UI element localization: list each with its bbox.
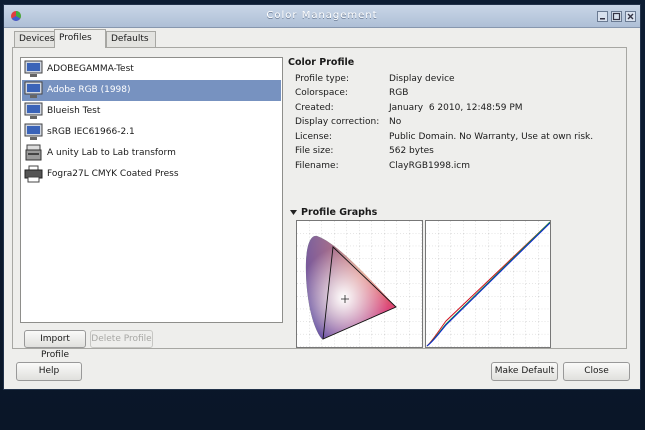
close-icon [627,13,634,20]
list-item-label: sRGB IEC61966-2.1 [47,127,135,137]
maximize-button[interactable] [611,11,622,22]
filename-label: Filename: [295,161,339,171]
list-item-label: ADOBEGAMMA-Test [47,64,134,74]
list-item[interactable]: ADOBEGAMMA-Test [22,59,281,80]
profile-type-value: Display device [389,74,455,84]
display-correction-value: No [389,117,402,127]
close-button[interactable]: Close [563,362,630,381]
list-item-label: Adobe RGB (1998) [47,85,131,95]
created-label: Created: [295,103,334,113]
minimize-button[interactable] [597,11,608,22]
list-item-label: A unity Lab to Lab transform [47,148,176,158]
colorspace-label: Colorspace: [295,88,348,98]
list-item-selected[interactable]: Adobe RGB (1998) [22,80,281,101]
scanner-icon [25,144,42,161]
cie-gamut-svg [297,221,422,347]
profile-type-label: Profile type: [295,74,349,84]
minimize-icon [600,18,605,20]
list-item[interactable]: sRGB IEC61966-2.1 [22,122,281,143]
monitor-icon [24,123,43,140]
title-bar[interactable]: Color Management [4,5,640,28]
list-item[interactable]: A unity Lab to Lab transform [22,143,281,164]
license-value: Public Domain. No Warranty, Use at own r… [389,132,594,142]
profile-graphs-heading: Profile Graphs [301,207,378,218]
list-item[interactable]: Fogra27L CMYK Coated Press [22,164,281,185]
license-label: License: [295,132,332,142]
display-correction-label: Display correction: [295,117,380,127]
help-button[interactable]: Help [16,362,82,381]
import-profile-button[interactable]: Import Profile [24,330,86,360]
colorspace-value: RGB [389,88,409,98]
close-window-button[interactable] [625,11,636,22]
trc-curve-graph [425,220,551,348]
window-title: Color Management [266,10,378,21]
file-size-label: File size: [295,146,334,156]
cie-gamut-graph [296,220,423,348]
color-profile-heading: Color Profile [288,57,355,68]
trc-curve-svg [426,221,551,347]
profile-list[interactable]: ADOBEGAMMA-Test Adobe RGB (1998) Blueish… [20,57,283,323]
monitor-icon [24,102,43,119]
created-value: January 6 2010, 12:48:59 PM [389,103,523,113]
list-item[interactable]: Blueish Test [22,101,281,122]
tab-profiles[interactable]: Profiles [54,29,106,48]
monitor-icon [24,60,43,77]
tab-defaults[interactable]: Defaults [106,31,156,47]
printer-icon [24,165,43,183]
expander-arrow-icon[interactable] [289,208,298,217]
make-default-button[interactable]: Make Default [491,362,558,381]
delete-profile-button[interactable]: Delete Profile [90,330,153,348]
list-item-label: Fogra27L CMYK Coated Press [47,169,179,179]
monitor-icon [24,81,43,98]
list-item-label: Blueish Test [47,106,101,116]
maximize-icon [612,12,621,21]
file-size-value: 562 bytes [389,146,434,156]
tab-devices[interactable]: Devices [14,31,56,47]
filename-value: ClayRGB1998.icm [389,161,471,171]
